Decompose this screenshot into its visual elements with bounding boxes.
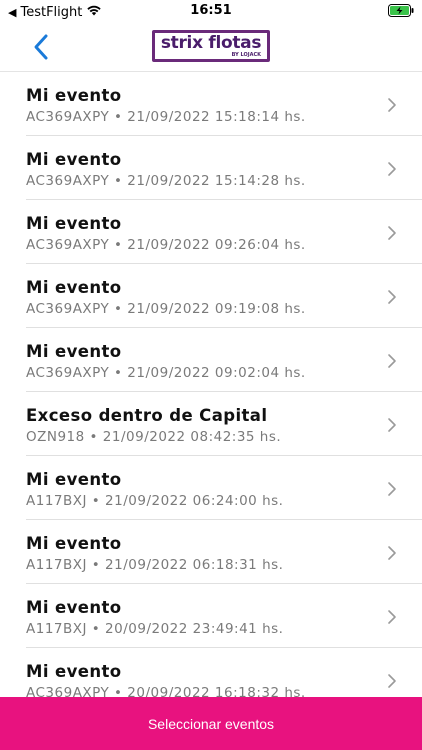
event-row[interactable]: Mi evento AC369AXPY • 21/09/2022 09:02:04…	[26, 328, 422, 392]
event-title: Mi evento	[26, 86, 122, 105]
event-list: Mi evento AC369AXPY • 21/09/2022 15:18:14…	[0, 72, 422, 697]
event-subtitle: AC369AXPY • 21/09/2022 15:18:14 hs.	[26, 109, 306, 125]
select-events-label: Seleccionar eventos	[147, 715, 275, 732]
event-title: Mi evento	[26, 662, 122, 681]
event-row[interactable]: Mi evento AC369AXPY • 20/09/2022 16:18:32…	[26, 648, 422, 697]
event-subtitle: A117BXJ • 20/09/2022 23:49:41 hs.	[26, 621, 284, 637]
event-row[interactable]: Mi evento A117BXJ • 20/09/2022 23:49:41 h…	[26, 584, 422, 648]
event-title: Mi evento	[26, 278, 122, 297]
chevron-right-icon	[388, 418, 396, 432]
event-title: Exceso dentro de Capital	[26, 406, 268, 425]
logo-wordmark: strix flotas	[160, 32, 262, 53]
event-subtitle: AC369AXPY • 20/09/2022 16:18:32 hs.	[26, 685, 306, 697]
navigation-bar: strix flotas BY LOJACK	[0, 22, 422, 72]
event-row[interactable]: Exceso dentro de Capital OZN918 • 21/09/2…	[26, 392, 422, 456]
chevron-right-icon	[388, 610, 396, 624]
back-button[interactable]	[26, 32, 56, 62]
chevron-right-icon	[388, 482, 396, 496]
chevron-right-icon	[388, 226, 396, 240]
event-row[interactable]: Mi evento AC369AXPY • 21/09/2022 09:19:08…	[26, 264, 422, 328]
event-row[interactable]: Mi evento A117BXJ • 21/09/2022 06:24:00 h…	[26, 456, 422, 520]
status-bar: ◀ TestFlight 16:51	[0, 0, 422, 22]
event-title: Mi evento	[26, 342, 122, 361]
chevron-right-icon	[388, 290, 396, 304]
event-title: Mi evento	[26, 214, 122, 233]
event-subtitle: OZN918 • 21/09/2022 08:42:35 hs.	[26, 429, 282, 445]
chevron-right-icon	[388, 162, 396, 176]
chevron-right-icon	[388, 354, 396, 368]
event-title: Mi evento	[26, 534, 122, 553]
battery-charging-icon	[388, 4, 414, 21]
event-title: Mi evento	[26, 470, 122, 489]
event-title: Mi evento	[26, 598, 122, 617]
chevron-left-icon	[34, 34, 48, 60]
event-subtitle: A117BXJ • 21/09/2022 06:18:31 hs.	[26, 557, 284, 573]
event-row[interactable]: Mi evento AC369AXPY • 21/09/2022 15:14:28…	[26, 136, 422, 200]
chevron-right-icon	[388, 674, 396, 688]
event-subtitle: A117BXJ • 21/09/2022 06:24:00 hs.	[26, 493, 284, 509]
event-subtitle: AC369AXPY • 21/09/2022 09:26:04 hs.	[26, 237, 306, 253]
status-time: 16:51	[190, 3, 232, 18]
chevron-right-icon	[388, 546, 396, 560]
chevron-right-icon	[388, 98, 396, 112]
event-row[interactable]: Mi evento AC369AXPY • 21/09/2022 09:26:04…	[26, 200, 422, 264]
event-title: Mi evento	[26, 150, 122, 169]
event-subtitle: AC369AXPY • 21/09/2022 09:02:04 hs.	[26, 365, 306, 381]
logo-subtitle: BY LOJACK	[231, 51, 261, 58]
event-row[interactable]: Mi evento A117BXJ • 21/09/2022 06:18:31 h…	[26, 520, 422, 584]
event-subtitle: AC369AXPY • 21/09/2022 15:14:28 hs.	[26, 173, 306, 189]
select-events-button[interactable]: Seleccionar eventos	[0, 697, 422, 750]
event-row[interactable]: Mi evento AC369AXPY • 21/09/2022 15:18:14…	[26, 72, 422, 136]
event-subtitle: AC369AXPY • 21/09/2022 09:19:08 hs.	[26, 301, 306, 317]
strix-flotas-logo: strix flotas BY LOJACK	[152, 30, 270, 62]
